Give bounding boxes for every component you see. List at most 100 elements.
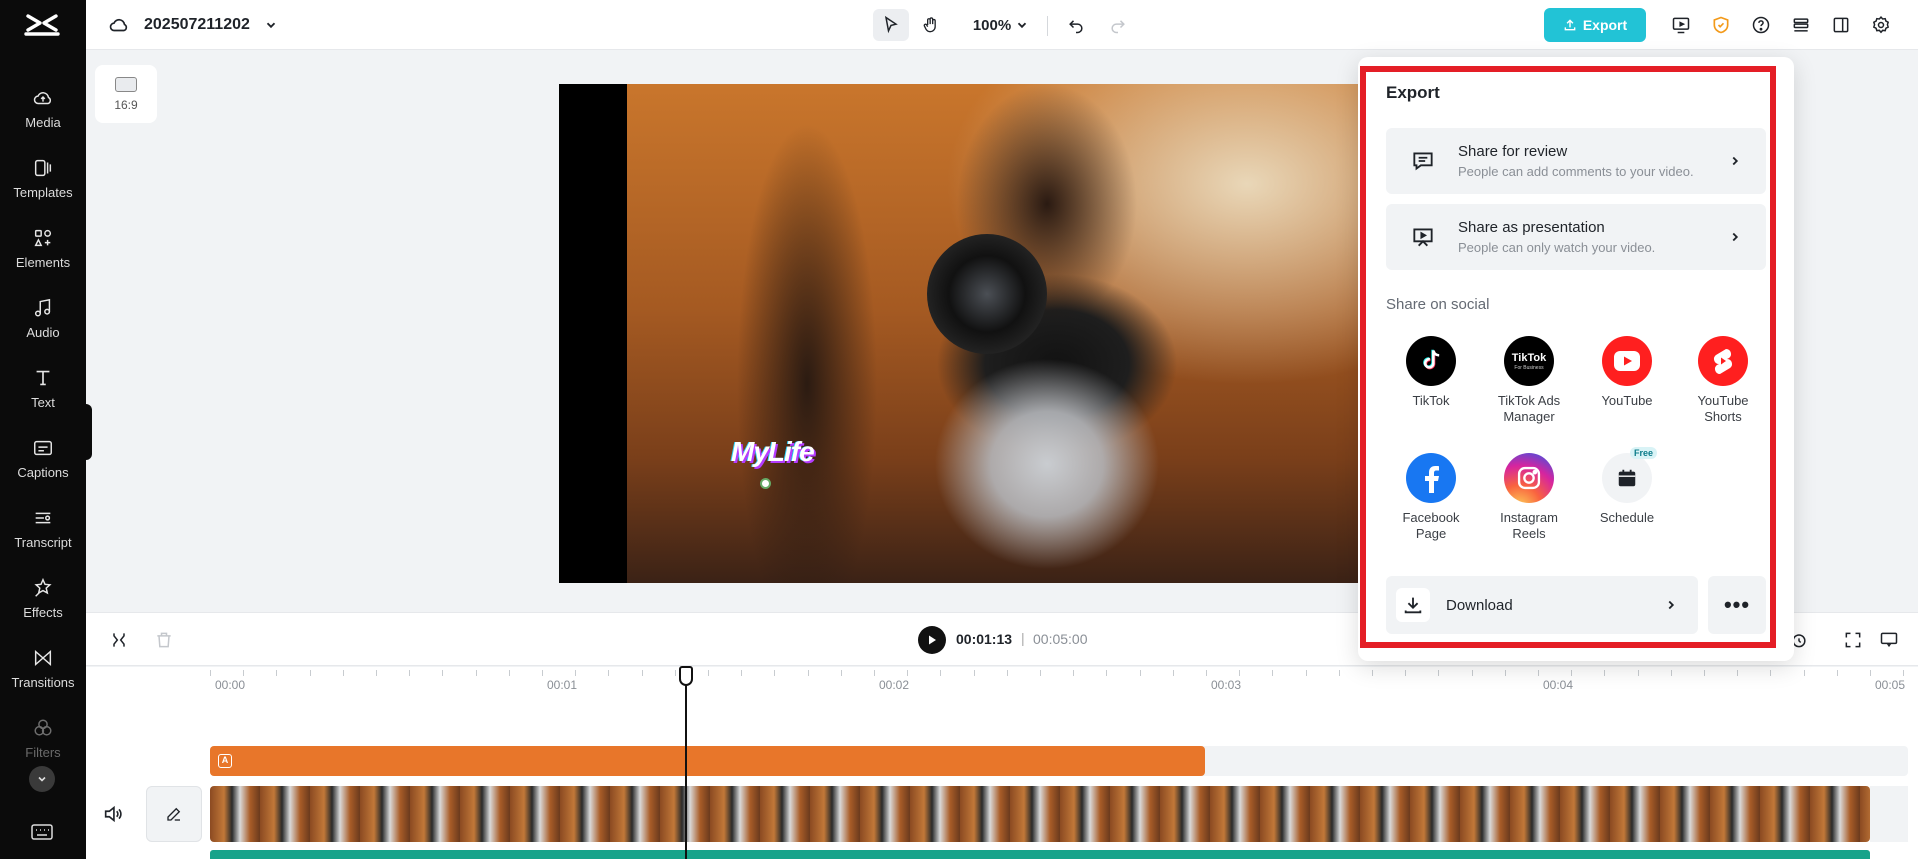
transitions-icon — [34, 649, 52, 666]
cloud-upload-icon — [33, 91, 52, 104]
social-label: TikTok Ads Manager — [1497, 393, 1561, 424]
sidebar-item-transcript[interactable]: Transcript — [0, 496, 86, 560]
ruler-tick — [243, 670, 244, 676]
preview-frame-image — [627, 84, 1359, 583]
share-youtube-button[interactable]: YouTube — [1583, 336, 1671, 409]
panel-layout-button[interactable] — [1824, 9, 1858, 41]
ruler-tick — [310, 670, 311, 676]
share-instagram-button[interactable]: Instagram Reels — [1485, 453, 1573, 542]
video-clip[interactable] — [210, 786, 1870, 842]
keyboard-icon[interactable] — [30, 822, 54, 842]
calendar-icon: Free — [1602, 447, 1658, 503]
security-button[interactable] — [1704, 9, 1738, 41]
settings-button[interactable] — [1864, 9, 1898, 41]
share-youtube-shorts-button[interactable]: YouTube Shorts — [1679, 336, 1767, 425]
delete-button[interactable] — [152, 628, 176, 652]
download-button[interactable]: Download — [1386, 576, 1698, 634]
ruler-tick — [608, 670, 609, 676]
ruler-tick — [1106, 670, 1107, 676]
video-preview[interactable] — [559, 84, 1359, 583]
ruler-tick — [343, 670, 344, 676]
social-label: Schedule — [1599, 510, 1655, 525]
split-button[interactable] — [107, 628, 131, 652]
sidebar-item-captions[interactable]: Captions — [0, 426, 86, 490]
social-label: YouTube Shorts — [1697, 393, 1749, 424]
ruler-tick — [774, 670, 775, 676]
download-label: Download — [1446, 596, 1513, 614]
sidebar-item-label: Media — [25, 114, 61, 130]
schedule-button[interactable]: Free Schedule — [1583, 447, 1671, 526]
ruler-tick — [1140, 670, 1141, 676]
audio-clip[interactable] — [210, 850, 1870, 859]
sidebar-item-effects[interactable]: Effects — [0, 566, 86, 630]
presentation-icon — [1413, 228, 1433, 247]
export-button[interactable]: Export — [1544, 8, 1646, 42]
share-for-review-button[interactable]: Share for review People can add comments… — [1386, 128, 1766, 194]
trash-icon — [157, 632, 171, 648]
sidebar-item-text[interactable]: Text — [0, 356, 86, 420]
cover-edit-button[interactable] — [146, 786, 202, 842]
playhead[interactable] — [685, 666, 687, 859]
sidebar-item-media[interactable]: Media — [0, 76, 86, 140]
help-button[interactable] — [1744, 9, 1778, 41]
share-facebook-button[interactable]: Facebook Page — [1387, 453, 1475, 542]
comments-button[interactable] — [1877, 628, 1901, 652]
tiktok-ads-logo-text: TikTok — [1511, 351, 1547, 364]
ruler-tick — [1339, 670, 1340, 676]
present-button[interactable] — [1664, 9, 1698, 41]
ruler-tick — [974, 670, 975, 676]
redo-button[interactable] — [1102, 9, 1134, 41]
sidebar-item-templates[interactable]: Templates — [0, 146, 86, 210]
fullscreen-button[interactable] — [1841, 628, 1865, 652]
overlay-text-handle[interactable] — [760, 478, 771, 489]
chevron-right-icon — [1732, 232, 1739, 242]
sidebar-item-label: Effects — [23, 604, 63, 620]
ruler-tick — [1306, 670, 1307, 676]
youtube-icon — [1602, 336, 1652, 386]
ruler-tick — [675, 670, 676, 676]
chevron-down-icon — [1018, 22, 1027, 29]
instagram-icon — [1504, 453, 1554, 503]
share-tiktok-button[interactable]: TikTok — [1387, 336, 1475, 409]
playhead-handle[interactable] — [679, 666, 693, 686]
sidebar-item-transitions[interactable]: Transitions — [0, 636, 86, 700]
ruler-tick — [741, 670, 742, 676]
hand-tool-button[interactable] — [913, 9, 949, 41]
aspect-ratio-button[interactable]: 16:9 — [95, 65, 157, 123]
sidebar-item-audio[interactable]: Audio — [0, 286, 86, 350]
ruler-tick — [1040, 670, 1041, 676]
share-tiktok-ads-button[interactable]: TikTok For Business TikTok Ads Manager — [1485, 336, 1573, 425]
sidebar-item-filters[interactable]: Filters — [0, 706, 86, 770]
comment-icon — [1880, 632, 1898, 648]
sidebar-item-elements[interactable]: Elements — [0, 216, 86, 280]
project-title: 202507211202 — [144, 16, 250, 33]
project-menu[interactable]: 202507211202 — [108, 0, 278, 50]
ruler-tick — [907, 670, 908, 676]
chevron-right-icon — [1732, 156, 1739, 166]
chevron-down-icon — [266, 22, 276, 29]
more-options-button[interactable]: ••• — [1708, 576, 1766, 634]
undo-button[interactable] — [1060, 9, 1092, 41]
sidebar-collapse-handle[interactable] — [86, 404, 92, 460]
share-on-social-label: Share on social — [1386, 296, 1490, 313]
select-tool-button[interactable] — [873, 9, 909, 41]
play-button[interactable] — [918, 626, 946, 654]
ruler-tick — [575, 670, 576, 676]
toolbar-divider — [1047, 16, 1048, 36]
mute-button[interactable] — [102, 803, 124, 825]
layers-button[interactable] — [1784, 9, 1818, 41]
sidebar-item-label: Elements — [15, 254, 71, 270]
play-icon — [929, 635, 936, 645]
share-as-presentation-button[interactable]: Share as presentation People can only wa… — [1386, 204, 1766, 270]
ruler-tick — [808, 670, 809, 676]
ruler-tick — [1671, 670, 1672, 676]
ruler-label: 00:05 — [1875, 678, 1906, 692]
sidebar-expand-button[interactable] — [29, 766, 55, 792]
monitor-play-icon — [1672, 17, 1690, 34]
ruler-tick — [841, 670, 842, 676]
text-clip[interactable]: A — [210, 746, 1205, 776]
video-track-end — [1870, 786, 1908, 842]
overlay-text[interactable]: MyLife — [731, 436, 815, 468]
zoom-dropdown[interactable]: 100% — [966, 9, 1036, 41]
ruler-tick — [1405, 670, 1406, 676]
